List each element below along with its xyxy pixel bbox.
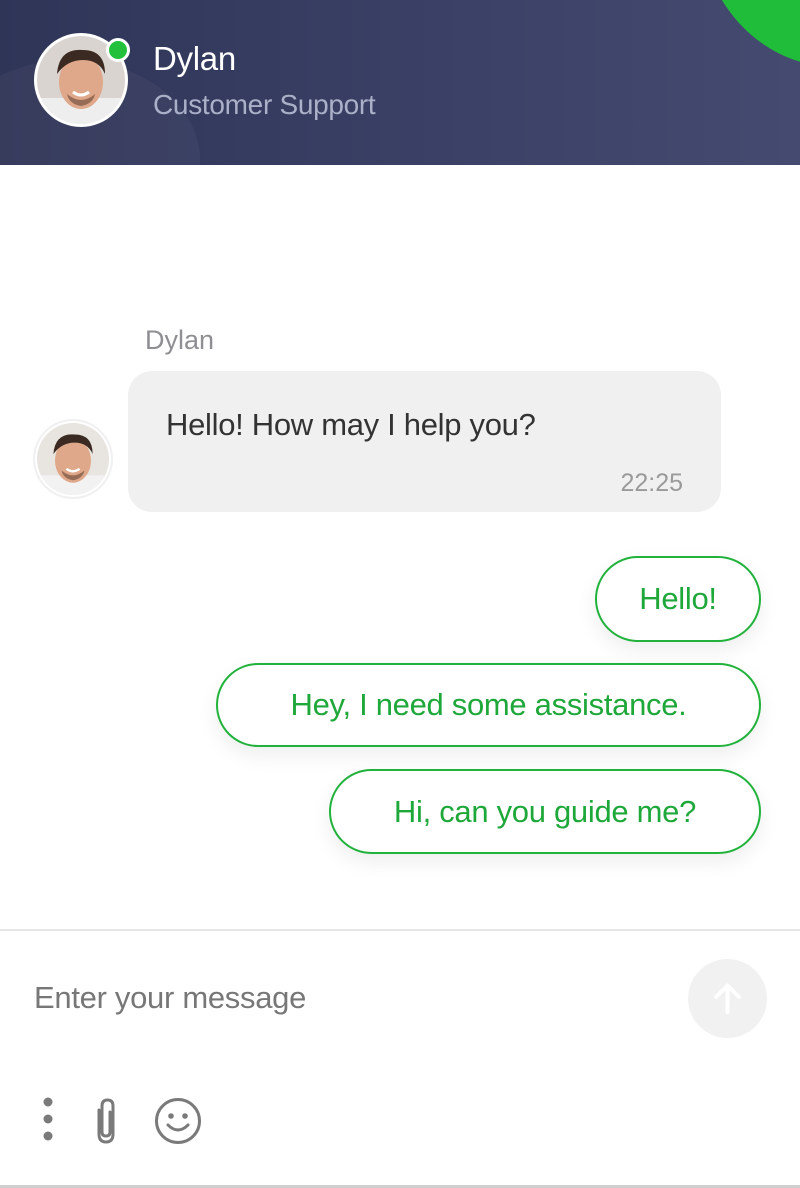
quick-reply-button[interactable]: Hello! [595, 556, 761, 642]
send-button[interactable] [688, 959, 767, 1038]
quick-reply-button[interactable]: Hey, I need some assistance. [216, 663, 761, 747]
message-timestamp: 22:25 [620, 469, 683, 497]
agent-avatar [34, 33, 130, 127]
leaf-decoration [700, 0, 800, 84]
agent-name: Dylan [153, 40, 236, 77]
message-avatar [35, 421, 111, 497]
online-status-dot [106, 38, 130, 62]
paperclip-icon[interactable] [88, 1096, 124, 1146]
agent-role: Customer Support [153, 89, 376, 120]
composer-divider [0, 929, 800, 931]
more-options-icon[interactable] [38, 1095, 58, 1145]
smiley-icon[interactable] [152, 1096, 204, 1146]
arrow-up-icon [714, 983, 741, 1014]
incoming-message-bubble: Hello! How may I help you? 22:25 [128, 371, 721, 512]
message-input[interactable]: Enter your message [34, 980, 306, 1016]
avatar-image [37, 423, 109, 495]
message-text: Hello! How may I help you? [166, 407, 536, 442]
chat-header: Dylan Customer Support [0, 0, 800, 165]
message-sender: Dylan [145, 325, 215, 355]
quick-reply-button[interactable]: Hi, can you guide me? [329, 769, 761, 854]
